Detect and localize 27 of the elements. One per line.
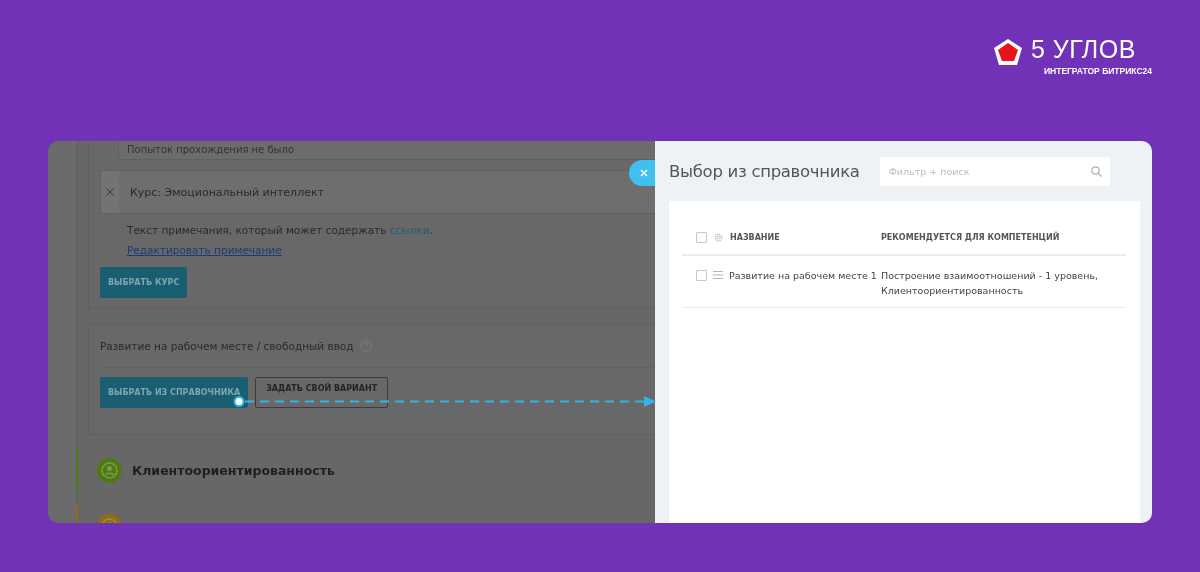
logo-icon [992, 38, 1023, 66]
choose-course-button[interactable]: ВЫБРАТЬ КУРС [100, 267, 188, 298]
table-cell-text: Развитие на рабочем месте 1 [729, 269, 877, 283]
search-field[interactable]: Фильтр + поиск [879, 157, 1110, 186]
gear-icon[interactable] [713, 232, 724, 243]
brand-name: 5 УГЛОВ [1030, 36, 1137, 62]
column-header[interactable]: НАЗВАНИЕ [730, 233, 780, 242]
checkbox[interactable] [696, 270, 707, 281]
note-text: Текст примечания, который может содержать ссылки. [127, 224, 434, 236]
dialog-title: Выбор из справочника [669, 161, 860, 181]
course-title: Курс: Эмоциональный интеллект [130, 185, 324, 199]
column-header[interactable]: РЕКОМЕНДУЕТСЯ ДЛЯ КОМПЕТЕНЦИЙ [881, 233, 1101, 242]
menu-icon[interactable] [713, 271, 723, 279]
close-icon [106, 188, 114, 196]
brand-tagline: ИНТЕГРАТОР БИТРИКС24 [1043, 66, 1152, 76]
close-icon [640, 169, 648, 177]
competency-title: Клиентоориентированность [132, 462, 335, 478]
search-icon[interactable] [1090, 166, 1102, 177]
edit-note-link[interactable]: Редактировать примечание [127, 244, 282, 256]
choose-from-directory-button[interactable]: ВЫБРАТЬ ИЗ СПРАВОЧНИКА [100, 377, 249, 408]
checkbox[interactable] [696, 232, 707, 243]
remove-button[interactable] [101, 171, 119, 213]
custom-option-button[interactable]: ЗАДАТЬ СВОЙ ВАРИАНТ [255, 377, 389, 408]
close-button[interactable] [629, 160, 655, 186]
table-cell-text: Построение взаимоотношений - 1 уровень, Клиентоориентированность [881, 269, 1099, 298]
table-row[interactable]: Развитие на рабочем месте 1 Построение взаимоотношений - 1 уровень, Клиентоориентированность [682, 256, 1126, 308]
section-title: Развитие на рабочем месте / свободный ввод [100, 340, 354, 352]
